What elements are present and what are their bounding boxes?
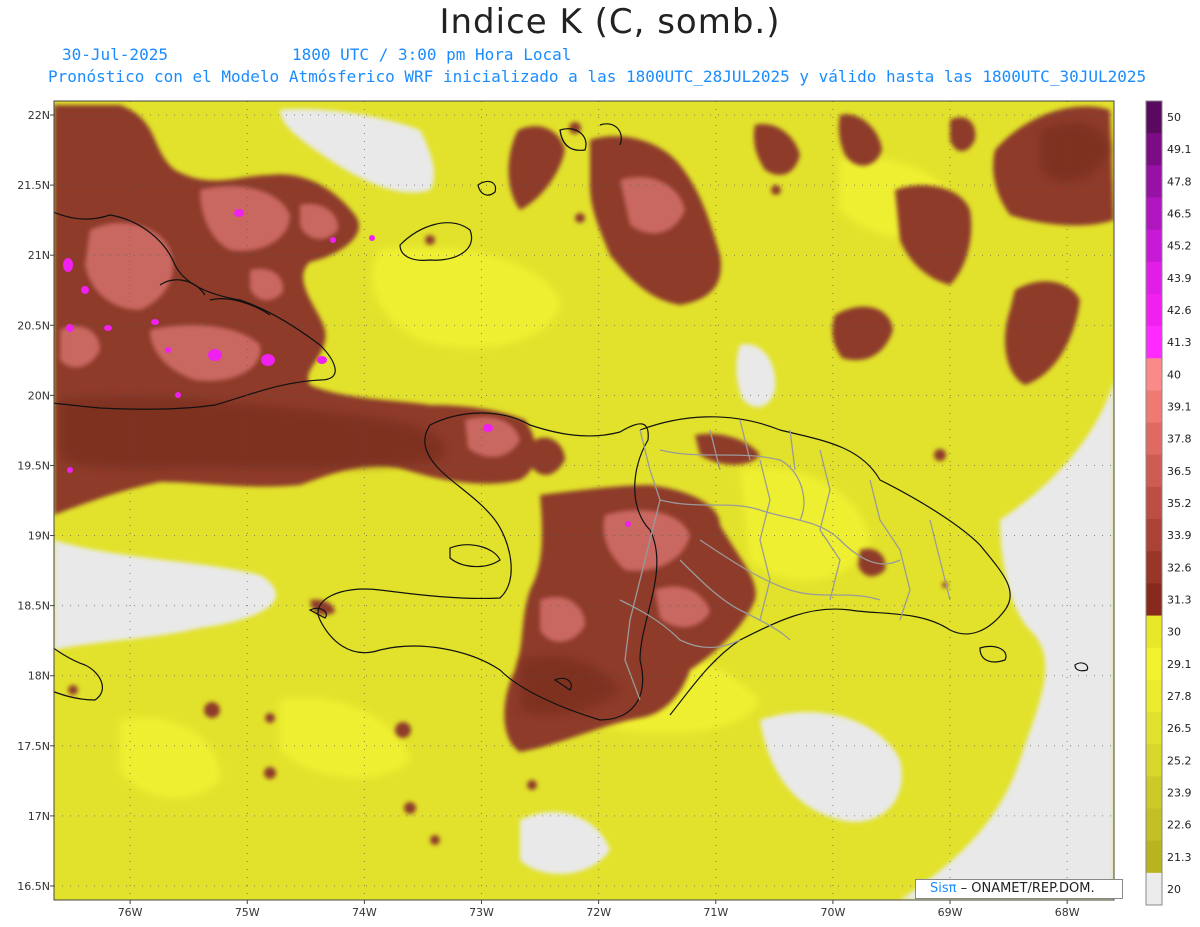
legend-swatch — [1146, 776, 1162, 810]
legend-label: 31.3 — [1167, 593, 1192, 606]
legend-label: 39.1 — [1167, 401, 1192, 414]
legend-label: 27.8 — [1167, 690, 1192, 703]
lon-tick-label: 73W — [469, 906, 494, 919]
lat-tick-label: 17.5N — [17, 740, 50, 753]
legend-swatch — [1146, 101, 1162, 134]
lat-tick-label: 19.5N — [17, 459, 50, 472]
legend-swatch — [1146, 744, 1162, 777]
k-index-map: 22N 21.5N 21N 20.5N 20N 19.5N 19N 18.5N 18N 17.5N… — [17, 100, 1192, 919]
legend-label: 32.6 — [1167, 561, 1192, 574]
legend-swatch — [1146, 261, 1162, 295]
legend-label: 26.5 — [1167, 722, 1192, 735]
legend-swatch — [1146, 840, 1162, 874]
color-legend: 50 49.1 47.8 46.5 45.2 43.9 42.6 41.3 40 39.1 37.8… — [1145, 100, 1192, 906]
field-layer — [54, 101, 1114, 900]
legend-label: 43.9 — [1167, 272, 1192, 285]
legend-label: 25.2 — [1167, 754, 1192, 767]
lat-tick-label: 21N — [28, 249, 50, 262]
lon-tick-label: 74W — [352, 906, 377, 919]
credit-org: – ONAMET/REP.DOM. — [960, 881, 1095, 896]
legend-label: 36.5 — [1167, 465, 1192, 478]
legend-swatch — [1146, 551, 1162, 584]
lat-tick-label: 19N — [28, 530, 50, 543]
legend-swatch — [1146, 165, 1162, 198]
lat-tick-label: 21.5N — [17, 179, 50, 192]
legend-swatch — [1146, 454, 1162, 488]
legend-label: 33.9 — [1167, 529, 1192, 542]
lat-tick-label: 18.5N — [17, 600, 50, 613]
legend-swatch — [1146, 615, 1162, 649]
credit-box: Sisπ – ONAMET/REP.DOM. — [915, 879, 1123, 899]
legend-swatch — [1146, 293, 1162, 327]
legend-swatch — [1146, 808, 1162, 842]
lat-tick-label: 22N — [28, 109, 50, 122]
lon-tick-label: 70W — [820, 906, 845, 919]
legend-swatch — [1146, 679, 1162, 713]
legend-swatch — [1146, 422, 1162, 456]
legend-label: 41.3 — [1167, 336, 1192, 349]
legend-label: 23.9 — [1167, 786, 1192, 799]
legend-label: 45.2 — [1167, 240, 1192, 253]
lat-tick-label: 20.5N — [17, 319, 50, 332]
legend-swatch — [1146, 583, 1162, 617]
sis-logo-text: Sisπ — [930, 881, 957, 896]
lat-tick-label: 18N — [28, 670, 50, 683]
legend-label: 37.8 — [1167, 433, 1192, 446]
legend-label: 30 — [1167, 626, 1181, 639]
lon-tick-label: 69W — [938, 906, 963, 919]
longitude-axis: 76W 75W 74W 73W 72W 71W 70W 69W 68W — [118, 900, 1080, 919]
legend-swatch — [1146, 486, 1162, 520]
legend-label: 21.3 — [1167, 851, 1192, 864]
legend-swatch — [1146, 197, 1162, 231]
legend-label: 40 — [1167, 368, 1181, 381]
legend-swatch — [1146, 390, 1162, 424]
legend-label: 42.6 — [1167, 304, 1192, 317]
lon-tick-label: 76W — [118, 906, 143, 919]
legend-label: 49.1 — [1167, 143, 1192, 156]
lon-tick-label: 68W — [1055, 906, 1080, 919]
legend-label: 20 — [1167, 883, 1181, 896]
latitude-axis: 22N 21.5N 21N 20.5N 20N 19.5N 19N 18.5N 18N 17.5N… — [17, 109, 54, 893]
lon-tick-label: 75W — [235, 906, 260, 919]
lon-tick-label: 71W — [703, 906, 728, 919]
legend-swatch — [1146, 872, 1162, 906]
legend-swatch — [1146, 326, 1162, 359]
legend-label: 50 — [1167, 111, 1181, 124]
legend-swatch — [1146, 229, 1162, 263]
legend-label: 29.1 — [1167, 658, 1192, 671]
lon-tick-label: 72W — [586, 906, 611, 919]
legend-swatch — [1146, 712, 1162, 745]
legend-swatch — [1146, 519, 1162, 552]
lat-tick-label: 16.5N — [17, 880, 50, 893]
legend-label: 46.5 — [1167, 208, 1192, 221]
legend-label: 35.2 — [1167, 497, 1192, 510]
legend-label: 22.6 — [1167, 819, 1192, 832]
legend-swatch — [1146, 358, 1162, 391]
legend-swatch — [1146, 647, 1162, 681]
legend-swatch — [1146, 133, 1162, 166]
lat-tick-label: 20N — [28, 389, 50, 402]
legend-label: 47.8 — [1167, 175, 1192, 188]
lat-tick-label: 17N — [28, 810, 50, 823]
